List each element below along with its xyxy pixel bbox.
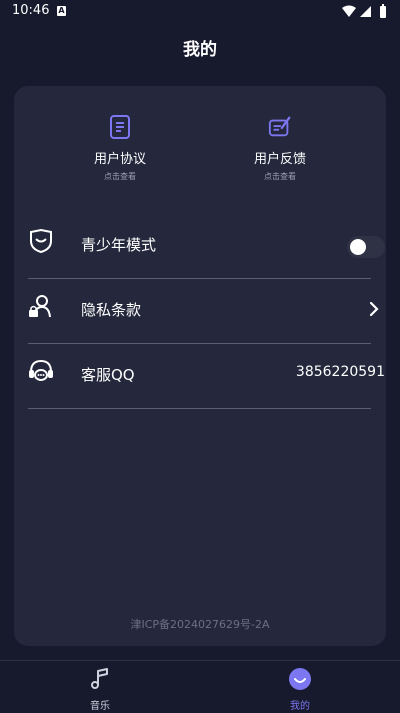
privacy-label: 隐私条款	[81, 301, 142, 319]
bottom-nav: 音乐 我的	[0, 660, 400, 713]
icp-footer: 津ICP备2024027629号-2A	[130, 618, 270, 631]
tab-music[interactable]: 音乐	[60, 667, 140, 712]
user-agreement-sub: 点击查看	[104, 172, 136, 181]
support-qq-label: 客服QQ	[81, 366, 135, 384]
user-agreement-label: 用户协议	[93, 152, 146, 167]
document-icon	[110, 115, 130, 139]
support-qq-value: 3856220591	[295, 364, 385, 380]
music-note-icon	[91, 668, 108, 689]
status-icons	[342, 4, 386, 18]
headset-icon	[29, 359, 53, 381]
status-bar: 10:46 A	[0, 0, 400, 24]
user-feedback-button[interactable]: 用户反馈 点击查看	[220, 114, 340, 182]
shield-icon	[30, 228, 52, 254]
chevron-right-icon	[369, 301, 379, 317]
notification-icon: A	[57, 6, 66, 16]
signal-icon	[360, 6, 371, 17]
tab-mine-label: 我的	[290, 701, 310, 712]
tab-mine[interactable]: 我的	[260, 667, 340, 712]
feedback-icon	[268, 116, 291, 137]
battery-icon	[380, 4, 386, 18]
user-feedback-sub: 点击查看	[264, 172, 296, 181]
page-title: 我的	[183, 40, 217, 60]
status-time: 10:46	[12, 3, 50, 18]
toggle-knob	[350, 239, 366, 255]
privacy-row[interactable]: 隐私条款	[28, 279, 385, 344]
wifi-icon	[342, 5, 356, 17]
teen-mode-row: 青少年模式	[28, 214, 385, 279]
teen-mode-toggle[interactable]	[347, 236, 385, 258]
smile-face-icon	[289, 668, 311, 690]
teen-mode-label: 青少年模式	[81, 236, 157, 254]
user-feedback-label: 用户反馈	[253, 152, 306, 167]
divider	[28, 408, 371, 409]
support-qq-row: 客服QQ 3856220591	[28, 344, 385, 409]
profile-card: 用户协议 点击查看 用户反馈 点击查看 青少年模式 隐私条款 客服QQ 3856…	[14, 86, 386, 646]
tab-music-label: 音乐	[90, 701, 110, 712]
user-agreement-button[interactable]: 用户协议 点击查看	[60, 114, 180, 182]
user-lock-icon	[29, 295, 51, 318]
